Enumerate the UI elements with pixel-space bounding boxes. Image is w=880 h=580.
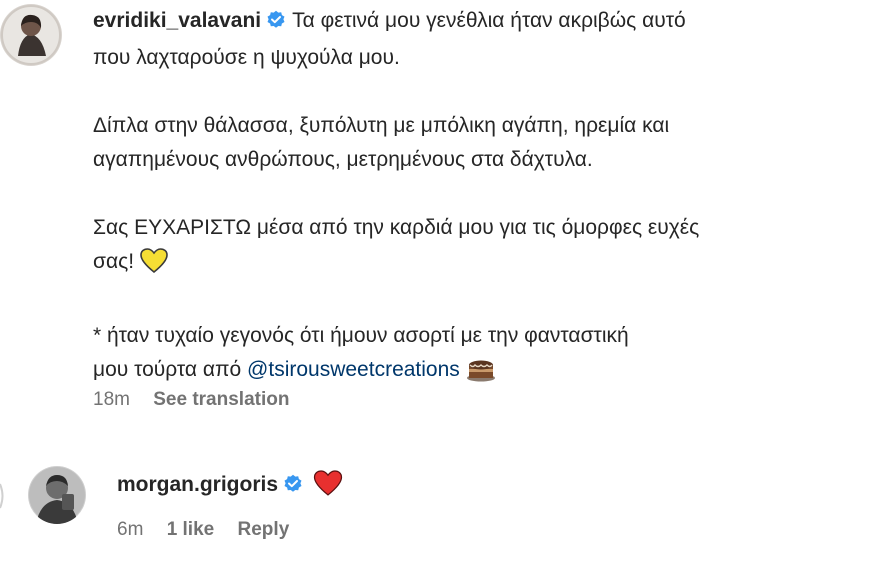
mention-link[interactable]: @tsirousweetcreations [247,358,460,381]
yellow-heart-emoji [140,248,168,285]
post-meta: 18m See translation [93,389,307,411]
caption-line: Σας ΕΥΧΑΡΙΣΤΩ μέσα από την καρδιά μου γι… [93,216,700,239]
reply-author-avatar[interactable] [28,466,86,524]
thread-edge-icon [0,483,4,509]
reply-meta: 6m 1 like Reply [117,519,307,541]
post-caption: evridiki_valavani Τα φετινά μου γενέθλια … [93,4,863,393]
caption-line: * ήταν τυχαίο γεγονός ότι ήμουν ασορτί μ… [93,324,629,347]
caption-line: που λαχταρούσε η ψυχούλα μου. [93,46,400,69]
see-translation-button[interactable]: See translation [153,389,289,410]
red-heart-emoji [313,470,343,506]
post-timestamp: 18m [93,389,130,410]
reply-button[interactable]: Reply [238,519,290,540]
reply-author-username[interactable]: morgan.grigoris [117,473,278,496]
post-author-avatar[interactable] [0,4,62,66]
reply-header: morgan.grigoris [117,470,343,506]
caption-paragraph-4: * ήταν τυχαίο γεγονός ότι ήμουν ασορτί μ… [93,319,863,393]
reply-likes-count[interactable]: 1 like [167,519,215,540]
caption-line: Τα φετινά μου γενέθλια ήταν ακριβώς αυτό [292,9,686,32]
verified-badge-icon [283,473,303,503]
caption-paragraph-2: Δίπλα στην θάλασσα, ξυπόλυτη με μπόλικη … [93,109,863,177]
verified-badge-icon [266,7,286,41]
caption-line: αγαπημένους ανθρώπους, μετρημένους στα δ… [93,148,593,171]
caption-paragraph-1: evridiki_valavani Τα φετινά μου γενέθλια … [93,4,863,75]
post-author-username[interactable]: evridiki_valavani [93,9,261,32]
cake-emoji [466,356,496,393]
caption-line: Δίπλα στην θάλασσα, ξυπόλυτη με μπόλικη … [93,114,670,137]
caption-line: μου τούρτα από [93,358,242,381]
caption-paragraph-3: Σας ΕΥΧΑΡΙΣΤΩ μέσα από την καρδιά μου γι… [93,211,863,285]
caption-line: σας! [93,250,135,273]
reply-timestamp: 6m [117,519,144,540]
